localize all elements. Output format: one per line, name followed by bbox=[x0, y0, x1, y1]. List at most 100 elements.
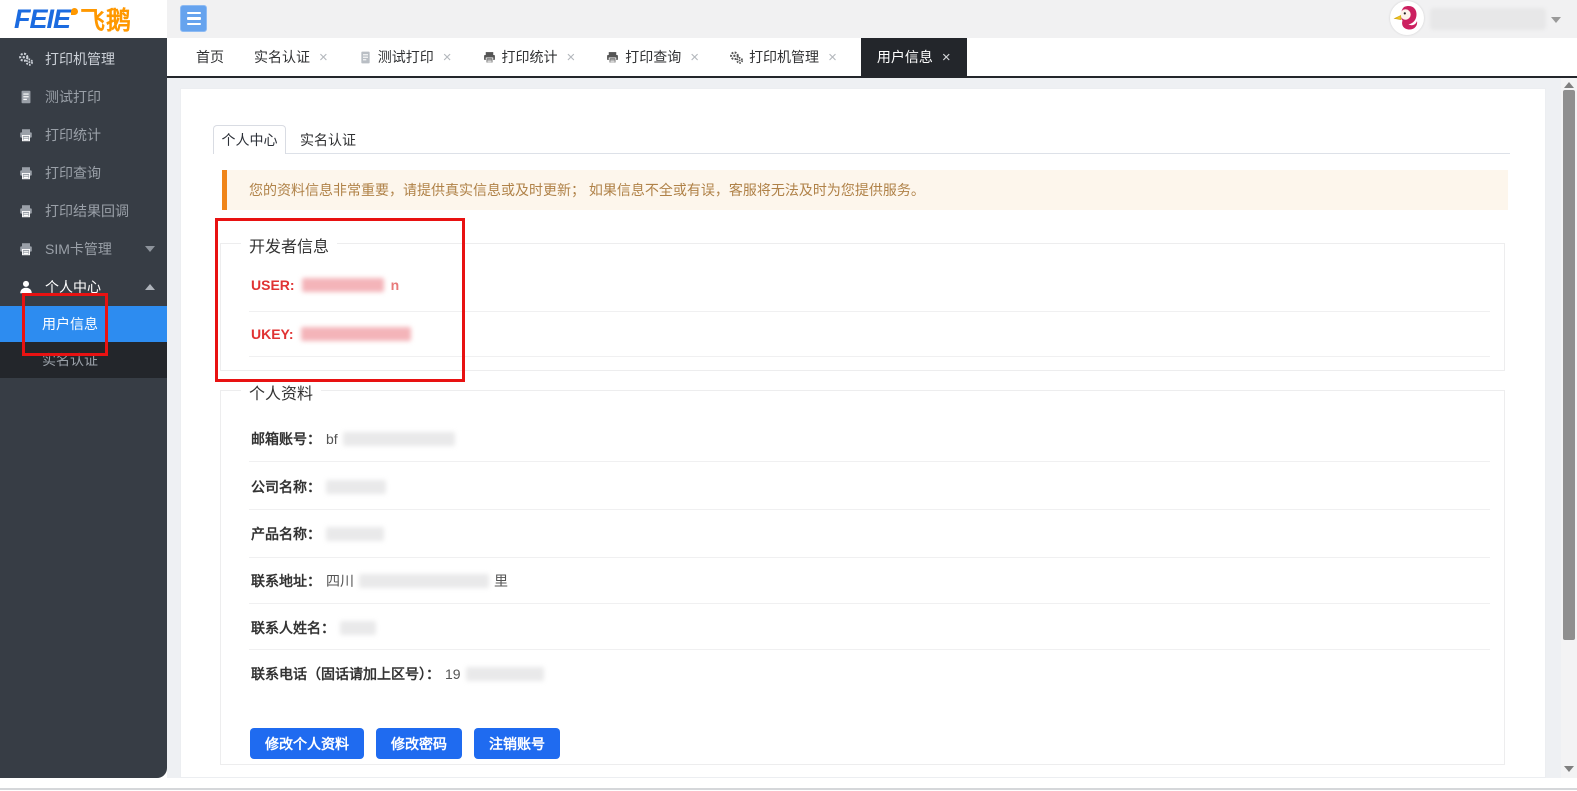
tab-home[interactable]: 首页 bbox=[190, 38, 230, 76]
info-alert-text: 您的资料信息非常重要，请提供真实信息或及时更新； 如果信息不全或有误，客服将无法… bbox=[249, 180, 925, 200]
sidebar-subitem-label: 实名认证 bbox=[42, 350, 98, 370]
redacted-contact-name-value bbox=[340, 621, 376, 635]
printer-icon bbox=[18, 203, 34, 219]
close-icon[interactable]: × bbox=[828, 49, 837, 66]
sidebar-subitem-user-info[interactable]: 用户信息 bbox=[0, 306, 167, 342]
redacted-phone-value bbox=[466, 667, 544, 681]
developer-info-section: 开发者信息 USER: n UKEY: bbox=[220, 243, 1505, 371]
document-icon bbox=[18, 89, 34, 105]
row-divider bbox=[249, 557, 1490, 558]
header-bar bbox=[167, 0, 1577, 38]
logo-text-blue: FEIE bbox=[14, 4, 70, 35]
scrollbar-thumb[interactable] bbox=[1563, 90, 1575, 640]
username-redacted[interactable] bbox=[1430, 8, 1546, 30]
tab-print-stats[interactable]: 打印统计 × bbox=[476, 38, 582, 76]
user-avatar[interactable] bbox=[1390, 1, 1424, 35]
sidebar-item-label: 打印查询 bbox=[45, 163, 101, 183]
tab-user-info-active[interactable]: 用户信息 × bbox=[861, 38, 967, 76]
user-icon bbox=[18, 279, 34, 295]
row-divider bbox=[249, 461, 1490, 462]
logo-accent-icon bbox=[71, 8, 78, 15]
sidebar-toggle-button[interactable] bbox=[180, 5, 207, 32]
profile-actions: 修改个人资料 修改密码 注销账号 bbox=[250, 728, 560, 759]
sidebar-item-label: 打印机管理 bbox=[45, 49, 115, 69]
window-bottom-edge bbox=[0, 788, 1577, 790]
personal-center-submenu: 用户信息 实名认证 bbox=[0, 306, 167, 378]
sidebar-item-label: 测试打印 bbox=[45, 87, 101, 107]
content-tab-label: 实名认证 bbox=[300, 130, 356, 150]
user-menu-caret-icon[interactable] bbox=[1551, 17, 1561, 23]
redacted-user-value bbox=[302, 278, 384, 292]
profile-row-phone: 联系电话（固话请加上区号）： 19 bbox=[251, 664, 1479, 684]
logo: FEIE 飞鹅 bbox=[0, 0, 167, 38]
sidebar-item-personal-center[interactable]: 个人中心 bbox=[0, 268, 167, 306]
change-password-button[interactable]: 修改密码 bbox=[376, 728, 462, 759]
profile-row-email: 邮箱账号： bf bbox=[251, 429, 1479, 449]
document-icon bbox=[358, 50, 373, 65]
ukey-row: UKEY: bbox=[251, 326, 411, 342]
printer-icon bbox=[18, 165, 34, 181]
sidebar-subitem-label: 用户信息 bbox=[42, 314, 98, 334]
sidebar-item-printer-management[interactable]: 打印机管理 bbox=[0, 40, 167, 78]
tab-test-print[interactable]: 测试打印 × bbox=[352, 38, 458, 76]
tab-label: 测试打印 bbox=[378, 47, 434, 67]
field-label: 邮箱账号： bbox=[251, 429, 321, 449]
field-value-prefix: 19 bbox=[445, 666, 461, 682]
tab-label: 打印机管理 bbox=[749, 47, 819, 67]
sidebar-item-test-print[interactable]: 测试打印 bbox=[0, 78, 167, 116]
sidebar-item-sim-management[interactable]: SIM卡管理 bbox=[0, 230, 167, 268]
printer-icon bbox=[18, 241, 34, 257]
sidebar-item-label: 个人中心 bbox=[45, 277, 101, 297]
field-label: 联系人姓名： bbox=[251, 618, 335, 638]
edit-profile-button[interactable]: 修改个人资料 bbox=[250, 728, 364, 759]
close-icon[interactable]: × bbox=[319, 49, 328, 66]
redacted-address-value bbox=[359, 574, 489, 588]
chevron-up-icon bbox=[145, 284, 155, 290]
tab-label: 打印统计 bbox=[502, 47, 558, 67]
tab-print-query[interactable]: 打印查询 × bbox=[599, 38, 705, 76]
user-key-row: USER: n bbox=[251, 277, 399, 293]
redacted-ukey-value bbox=[301, 327, 411, 341]
field-value-prefix: bf bbox=[326, 431, 338, 447]
close-icon[interactable]: × bbox=[942, 49, 951, 66]
sidebar-item-label: SIM卡管理 bbox=[45, 239, 112, 259]
app-window: FEIE 飞鹅 打印机管理 测试打印 打印统计 打印查询 bbox=[0, 0, 1577, 791]
sidebar: 打印机管理 测试打印 打印统计 打印查询 打印结果回调 SIM卡管理 个人中心 bbox=[0, 38, 167, 778]
close-icon[interactable]: × bbox=[567, 49, 576, 66]
info-alert: 您的资料信息非常重要，请提供真实信息或及时更新； 如果信息不全或有误，客服将无法… bbox=[222, 170, 1508, 210]
sidebar-item-label: 打印统计 bbox=[45, 125, 101, 145]
tab-real-name-auth[interactable]: 实名认证 × bbox=[248, 38, 334, 76]
tab-label: 用户信息 bbox=[877, 47, 933, 67]
close-icon[interactable]: × bbox=[443, 49, 452, 66]
gears-icon bbox=[729, 50, 744, 65]
scroll-down-arrow-icon[interactable] bbox=[1564, 766, 1574, 772]
row-divider bbox=[249, 356, 1490, 357]
delete-account-button[interactable]: 注销账号 bbox=[474, 728, 560, 759]
redacted-product-value bbox=[326, 527, 384, 541]
gears-icon bbox=[18, 51, 34, 67]
content-tab-real-name-auth[interactable]: 实名认证 bbox=[300, 125, 356, 154]
sidebar-item-print-query[interactable]: 打印查询 bbox=[0, 154, 167, 192]
content-tab-personal-center[interactable]: 个人中心 bbox=[213, 125, 286, 154]
sidebar-item-print-callback[interactable]: 打印结果回调 bbox=[0, 192, 167, 230]
row-divider bbox=[249, 603, 1490, 604]
close-icon[interactable]: × bbox=[690, 49, 699, 66]
field-label: 联系电话（固话请加上区号）： bbox=[251, 664, 440, 684]
profile-row-address: 联系地址： 四川 里 bbox=[251, 571, 1479, 591]
scroll-up-arrow-icon[interactable] bbox=[1564, 82, 1574, 88]
chevron-down-icon bbox=[145, 246, 155, 252]
tab-label: 首页 bbox=[196, 47, 224, 67]
ukey-label: UKEY: bbox=[251, 326, 294, 342]
developer-info-legend: 开发者信息 bbox=[241, 233, 337, 257]
row-divider bbox=[249, 649, 1490, 650]
vertical-scrollbar[interactable] bbox=[1561, 78, 1577, 778]
open-tabs-bar: 首页 实名认证 × 测试打印 × 打印统计 × 打印查询 × 打印机管理 × 用… bbox=[167, 38, 1577, 78]
sidebar-subitem-real-name-auth[interactable]: 实名认证 bbox=[0, 342, 167, 378]
tab-printer-management[interactable]: 打印机管理 × bbox=[723, 38, 843, 76]
personal-profile-legend: 个人资料 bbox=[241, 380, 321, 404]
sidebar-item-print-stats[interactable]: 打印统计 bbox=[0, 116, 167, 154]
sidebar-item-label: 打印结果回调 bbox=[45, 201, 129, 221]
field-label: 联系地址： bbox=[251, 571, 321, 591]
logo-text-orange: 飞鹅 bbox=[80, 1, 132, 37]
printer-icon bbox=[482, 50, 497, 65]
